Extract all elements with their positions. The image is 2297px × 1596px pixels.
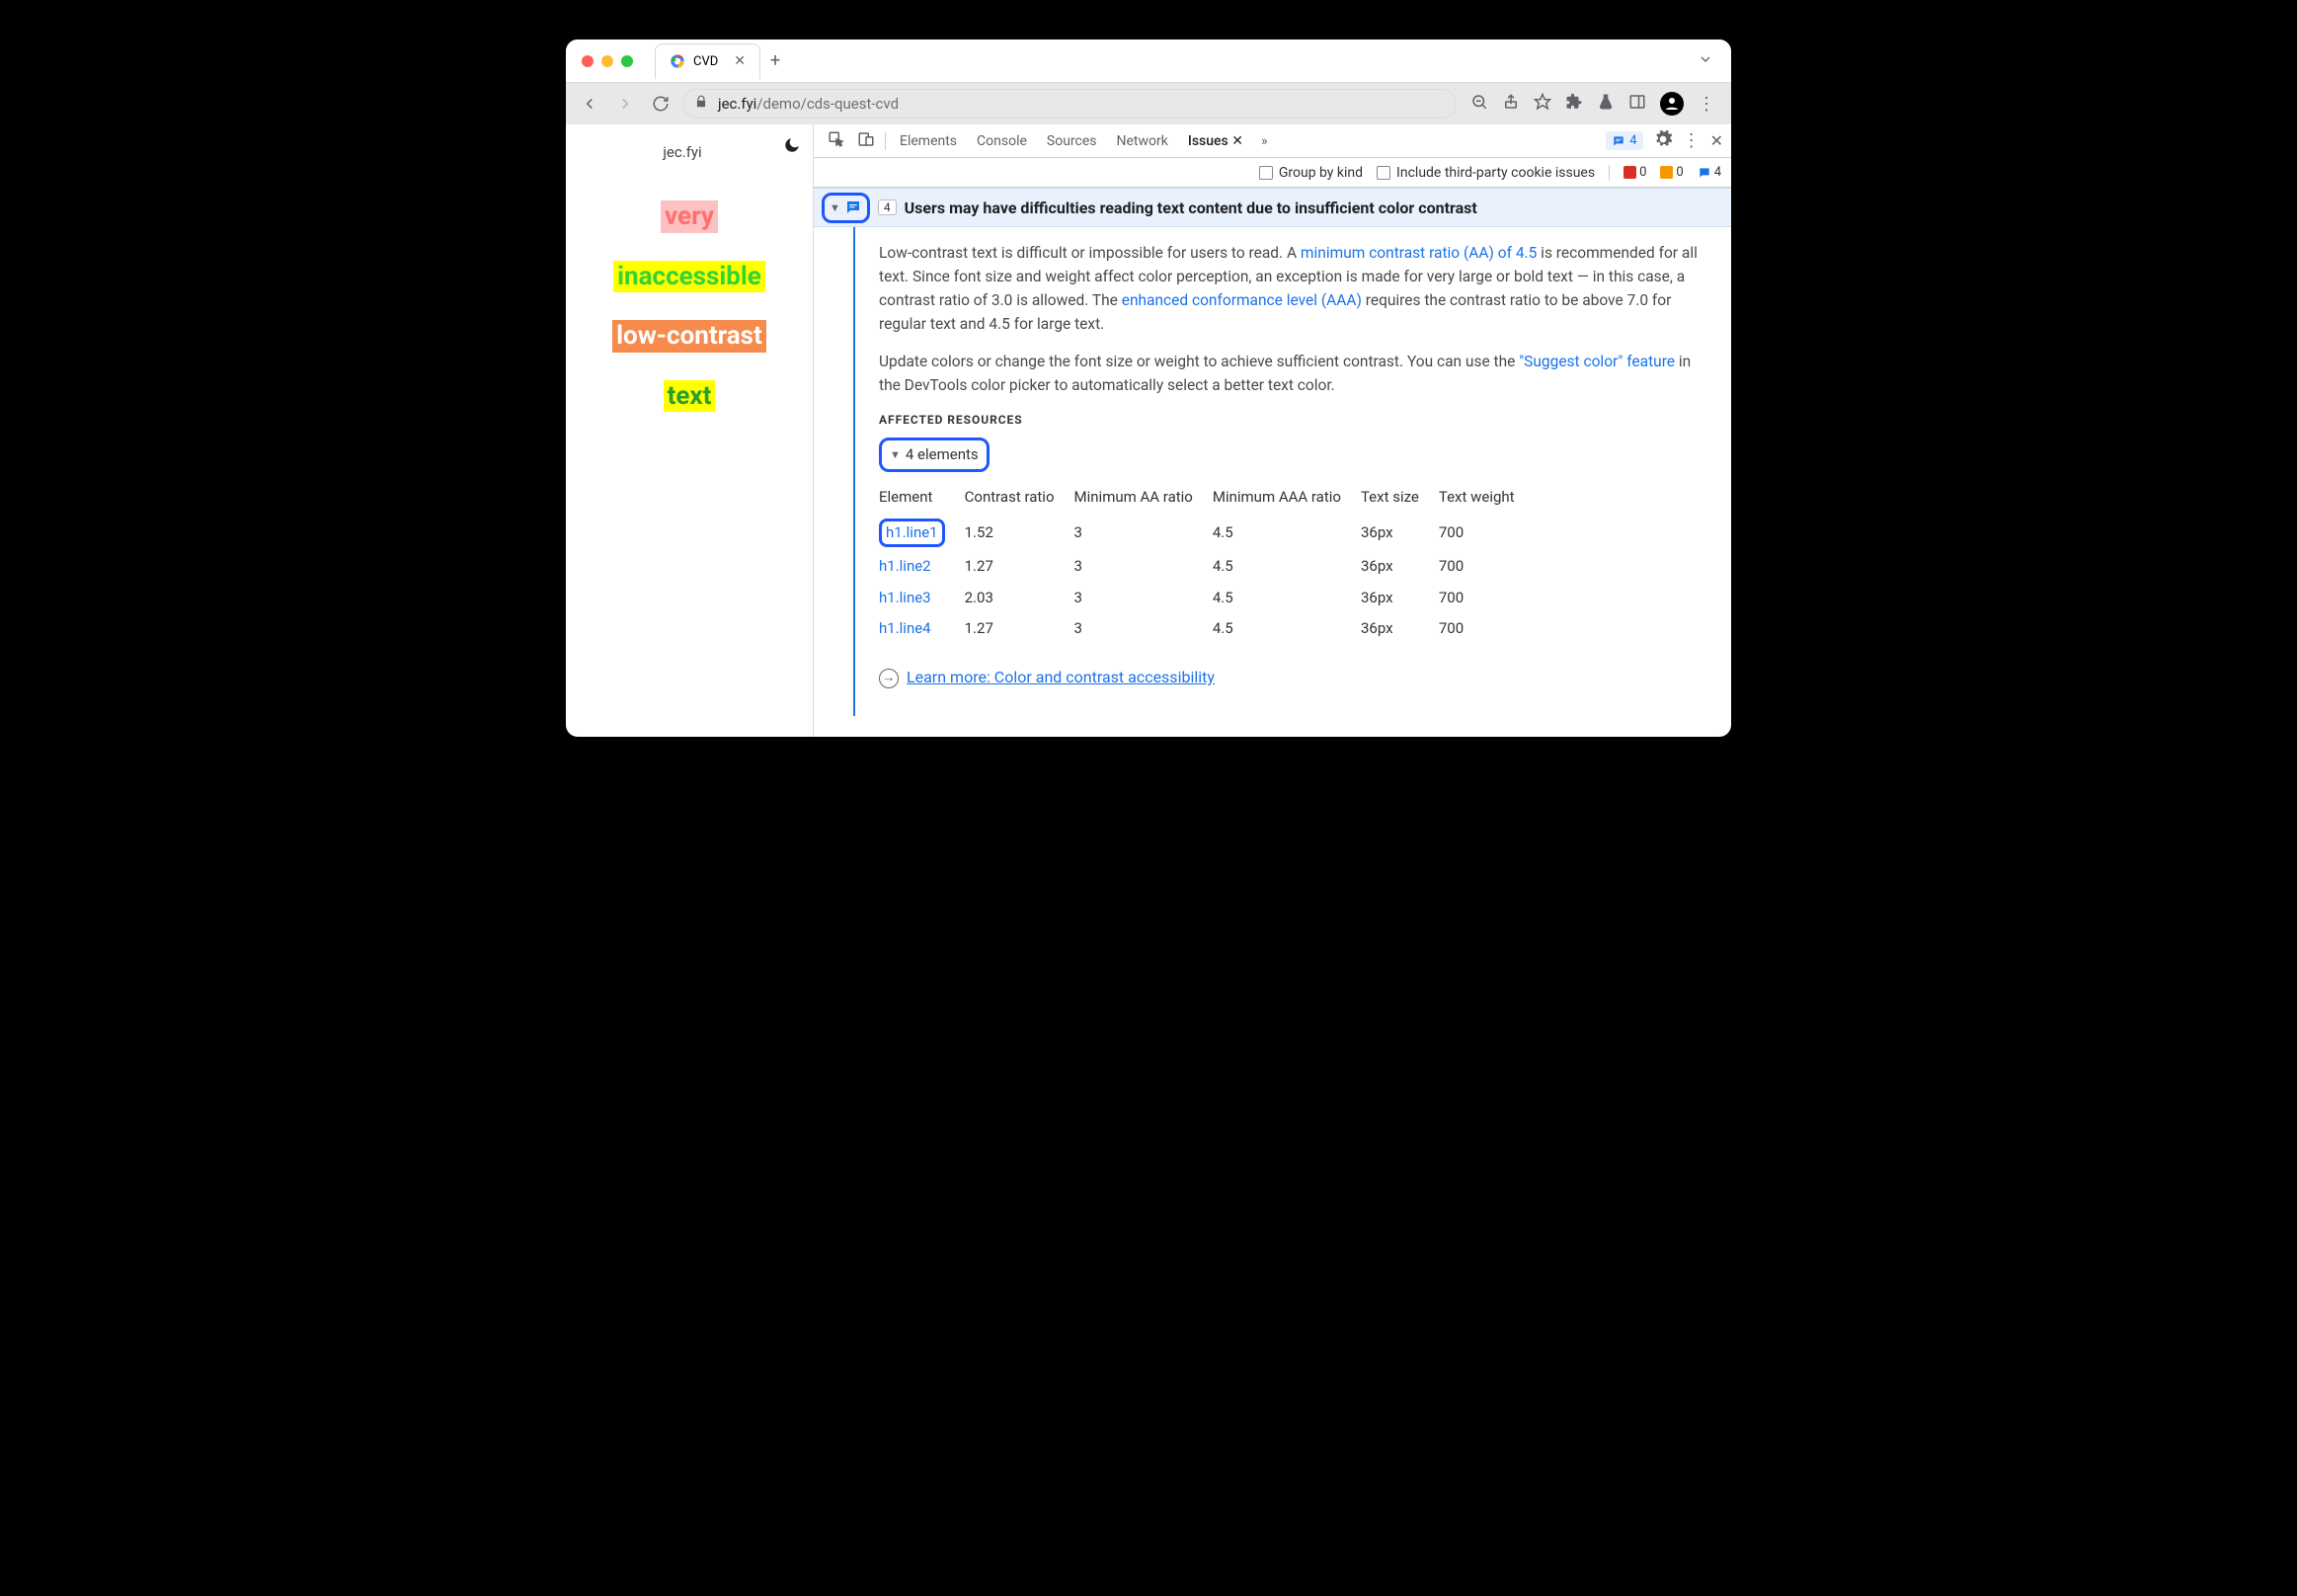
issue-title: Users may have difficulties reading text… — [905, 199, 1477, 217]
close-devtools-button[interactable]: ✕ — [1710, 131, 1723, 150]
close-tab-icon[interactable]: ✕ — [734, 53, 746, 69]
link-min-contrast[interactable]: minimum contrast ratio (AA) of 4.5 — [1301, 244, 1537, 262]
site-label: jec.fyi — [659, 143, 701, 161]
affected-resources-label: AFFECTED RESOURCES — [879, 411, 1711, 430]
message-icon — [844, 199, 862, 216]
toolbar: jec.fyi/demo/cds-quest-cvd ⋮ — [566, 83, 1731, 124]
col-element: Element — [879, 482, 965, 515]
close-window-icon[interactable] — [582, 55, 594, 67]
issue-thread-line — [853, 227, 855, 716]
col-contrast-ratio: Contrast ratio — [965, 482, 1074, 515]
element-link[interactable]: h1.line4 — [879, 619, 931, 637]
issue-count-badge: 4 — [878, 200, 897, 215]
table-row: h1.line4 1.27 3 4.5 36px 700 — [879, 613, 1535, 644]
col-text-size: Text size — [1361, 482, 1439, 515]
disclosure-triangle-icon[interactable]: ▼ — [830, 201, 840, 214]
devtools-menu-icon[interactable]: ⋮ — [1683, 130, 1701, 151]
sample-text-list: very inaccessible low-contrast text — [578, 200, 801, 412]
arrow-right-icon: → — [879, 669, 899, 688]
link-aaa-level[interactable]: enhanced conformance level (AAA) — [1122, 291, 1362, 309]
info-counter: 4 — [1698, 165, 1721, 180]
sample-text: text — [664, 380, 716, 413]
separator — [885, 132, 886, 150]
disclosure-triangle-icon: ▼ — [890, 446, 901, 463]
learn-more-link[interactable]: Learn more: Color and contrast accessibi… — [907, 666, 1215, 690]
issues-badge[interactable]: 4 — [1606, 131, 1642, 150]
back-button[interactable] — [576, 90, 603, 118]
col-text-weight: Text weight — [1439, 482, 1535, 515]
affected-elements-table: Element Contrast ratio Minimum AA ratio … — [879, 482, 1535, 644]
maximize-window-icon[interactable] — [621, 55, 633, 67]
devtools-panel: Elements Console Sources Network Issues … — [813, 124, 1731, 737]
table-row: h1.line2 1.27 3 4.5 36px 700 — [879, 551, 1535, 582]
tab-network[interactable]: Network — [1107, 133, 1178, 149]
tab-elements[interactable]: Elements — [890, 133, 967, 149]
more-tabs-icon[interactable]: » — [1253, 133, 1276, 149]
highlighted-element-link: h1.line1 — [879, 519, 945, 547]
devtools-tabbar: Elements Console Sources Network Issues … — [814, 124, 1731, 158]
element-link[interactable]: h1.line1 — [886, 523, 938, 541]
third-party-checkbox[interactable]: Include third-party cookie issues — [1377, 165, 1595, 181]
group-by-kind-checkbox[interactable]: Group by kind — [1259, 165, 1363, 181]
zoom-icon[interactable] — [1470, 93, 1488, 115]
inspect-icon[interactable] — [822, 124, 851, 158]
traffic-lights — [566, 55, 633, 67]
share-icon[interactable] — [1502, 93, 1520, 115]
device-toggle-icon[interactable] — [851, 124, 881, 158]
address-bar[interactable]: jec.fyi/demo/cds-quest-cvd — [682, 89, 1457, 119]
titlebar: CVD ✕ + — [566, 40, 1731, 83]
new-tab-button[interactable]: + — [770, 50, 780, 71]
issue-paragraph-2: Update colors or change the font size or… — [879, 350, 1711, 397]
elements-toggle[interactable]: ▼ 4 elements — [879, 438, 990, 472]
content: jec.fyi very inaccessible low-contrast t… — [566, 124, 1731, 737]
url-host: jec.fyi — [718, 95, 756, 113]
url-path: /demo/cds-quest-cvd — [756, 95, 899, 113]
message-icon — [1612, 134, 1625, 148]
table-row: h1.line3 2.03 3 4.5 36px 700 — [879, 583, 1535, 613]
col-min-aa: Minimum AA ratio — [1074, 482, 1213, 515]
forward-button[interactable] — [611, 90, 639, 118]
dark-mode-toggle[interactable] — [783, 136, 801, 158]
labs-icon[interactable] — [1597, 93, 1615, 115]
settings-icon[interactable] — [1653, 129, 1673, 153]
close-tab-x[interactable]: ✕ — [1231, 133, 1243, 149]
rendered-page: jec.fyi very inaccessible low-contrast t… — [566, 124, 813, 737]
issue-paragraph-1: Low-contrast text is difficult or imposs… — [879, 241, 1711, 336]
sample-very: very — [661, 200, 718, 233]
issues-toolbar: Group by kind Include third-party cookie… — [814, 158, 1731, 188]
highlighted-issue-icon: ▼ — [822, 193, 870, 223]
tabs-menu-icon[interactable] — [1698, 51, 1713, 71]
tab-issues[interactable]: Issues ✕ — [1178, 133, 1253, 149]
sample-inaccessible: inaccessible — [613, 261, 765, 293]
warning-counter: 0 — [1660, 165, 1683, 180]
lock-icon — [694, 95, 708, 113]
toolbar-icons: ⋮ — [1465, 92, 1721, 116]
minimize-window-icon[interactable] — [601, 55, 613, 67]
table-row: h1.line1 1.52 3 4.5 36px 700 — [879, 515, 1535, 551]
favicon-icon — [670, 53, 685, 69]
link-suggest-color[interactable]: "Suggest color" feature — [1519, 353, 1675, 370]
col-min-aaa: Minimum AAA ratio — [1213, 482, 1361, 515]
bookmark-icon[interactable] — [1534, 93, 1551, 115]
element-link[interactable]: h1.line2 — [879, 557, 931, 575]
issue-body: Low-contrast text is difficult or imposs… — [814, 227, 1731, 716]
browser-tab[interactable]: CVD ✕ — [655, 43, 760, 79]
element-link[interactable]: h1.line3 — [879, 589, 931, 606]
error-counter: 0 — [1624, 165, 1646, 180]
browser-window: CVD ✕ + jec.fyi/demo/cds-quest-cvd ⋮ — [566, 40, 1731, 737]
tab-sources[interactable]: Sources — [1037, 133, 1107, 149]
tab-console[interactable]: Console — [967, 133, 1037, 149]
browser-menu-icon[interactable]: ⋮ — [1698, 94, 1715, 115]
tab-title: CVD — [693, 54, 718, 69]
learn-more-row: → Learn more: Color and contrast accessi… — [879, 666, 1711, 690]
extensions-icon[interactable] — [1565, 93, 1583, 115]
profile-avatar[interactable] — [1660, 92, 1684, 116]
issue-header-row[interactable]: ▼ 4 Users may have difficulties reading … — [814, 188, 1731, 227]
sidepanel-icon[interactable] — [1628, 93, 1646, 115]
sample-low-contrast: low-contrast — [612, 320, 766, 353]
reload-button[interactable] — [647, 90, 674, 118]
